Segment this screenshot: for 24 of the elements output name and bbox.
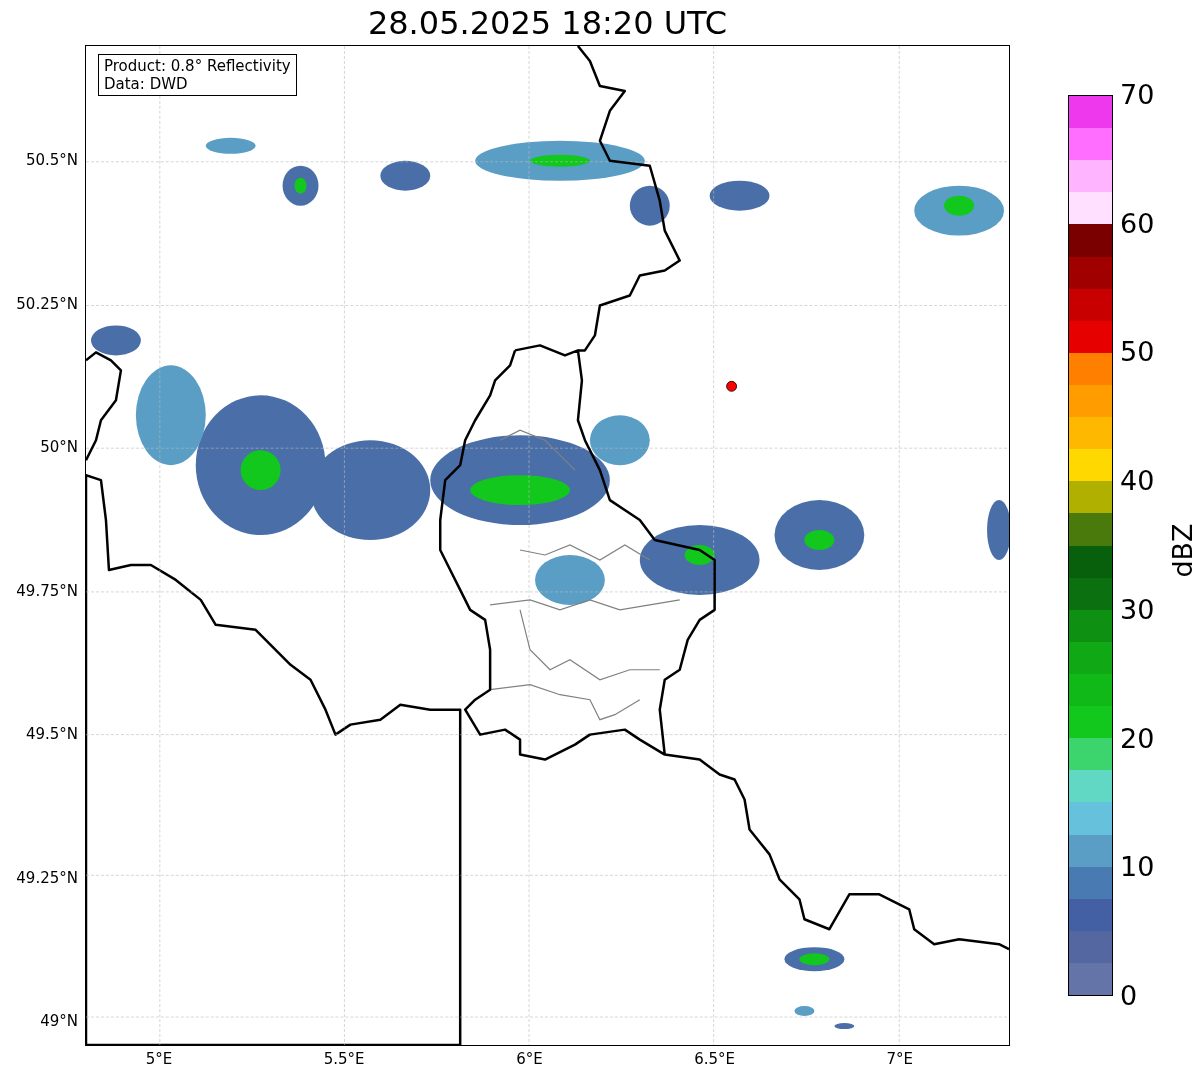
longitude-label: 5°E xyxy=(145,1052,173,1067)
latitude-label: 49°N xyxy=(40,1014,78,1029)
longitude-label: 6.5°E xyxy=(694,1052,735,1067)
colorbar-tick-label: 10 xyxy=(1120,853,1155,881)
colorbar-tick-label: 50 xyxy=(1120,338,1155,366)
info-text: Data: DWD xyxy=(104,75,189,93)
latitude-label: 49.5°N xyxy=(25,727,78,742)
latitude-label: 50.5°N xyxy=(25,153,78,168)
colorbar-tick-label: 30 xyxy=(1120,595,1155,623)
longitude-label: 7°E xyxy=(886,1052,914,1067)
latitude-label: 50°N xyxy=(40,440,78,455)
longitude-label: 6°E xyxy=(516,1052,543,1067)
info-text: Product: 0.8° Reflectivity xyxy=(104,57,291,75)
colorbar-tick-label: 40 xyxy=(1120,467,1155,495)
longitude-label: 5.5°E xyxy=(323,1052,365,1067)
latitude-label: 50.25°N xyxy=(16,296,78,312)
latitude-label: 49.75°N xyxy=(16,583,78,599)
latitude-label: 49.25°N xyxy=(16,870,78,886)
colorbar-label: dBZ xyxy=(1168,522,1196,578)
colorbar-tick-label: 60 xyxy=(1120,209,1155,237)
colorbar-tick-label: 20 xyxy=(1120,724,1155,752)
chart-title: 28.05.2025 18:20 UTC xyxy=(367,6,728,39)
colorbar-tick-label: 70 xyxy=(1120,81,1155,108)
colorbar-tick-label: 0 xyxy=(1120,982,1138,1009)
